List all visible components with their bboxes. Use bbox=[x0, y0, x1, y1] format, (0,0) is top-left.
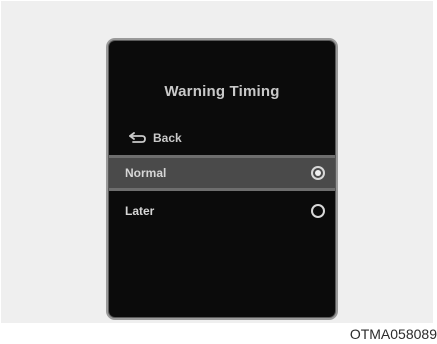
screen-title: Warning Timing bbox=[164, 83, 280, 100]
option-label: Normal bbox=[125, 166, 167, 180]
option-label: Later bbox=[125, 204, 155, 218]
option-normal[interactable]: Normal bbox=[109, 155, 335, 191]
option-later[interactable]: Later bbox=[109, 196, 335, 226]
radio-unselected-icon[interactable] bbox=[311, 204, 325, 218]
figure-caption: OTMA058089 bbox=[349, 326, 437, 342]
back-button[interactable]: Back bbox=[129, 129, 182, 147]
figure-frame: Warning Timing Back Normal Later bbox=[1, 1, 433, 323]
cluster-display: Warning Timing Back Normal Later bbox=[109, 41, 335, 317]
back-arrow-icon bbox=[129, 132, 147, 144]
back-label: Back bbox=[153, 131, 182, 145]
radio-selected-icon[interactable] bbox=[311, 166, 325, 180]
